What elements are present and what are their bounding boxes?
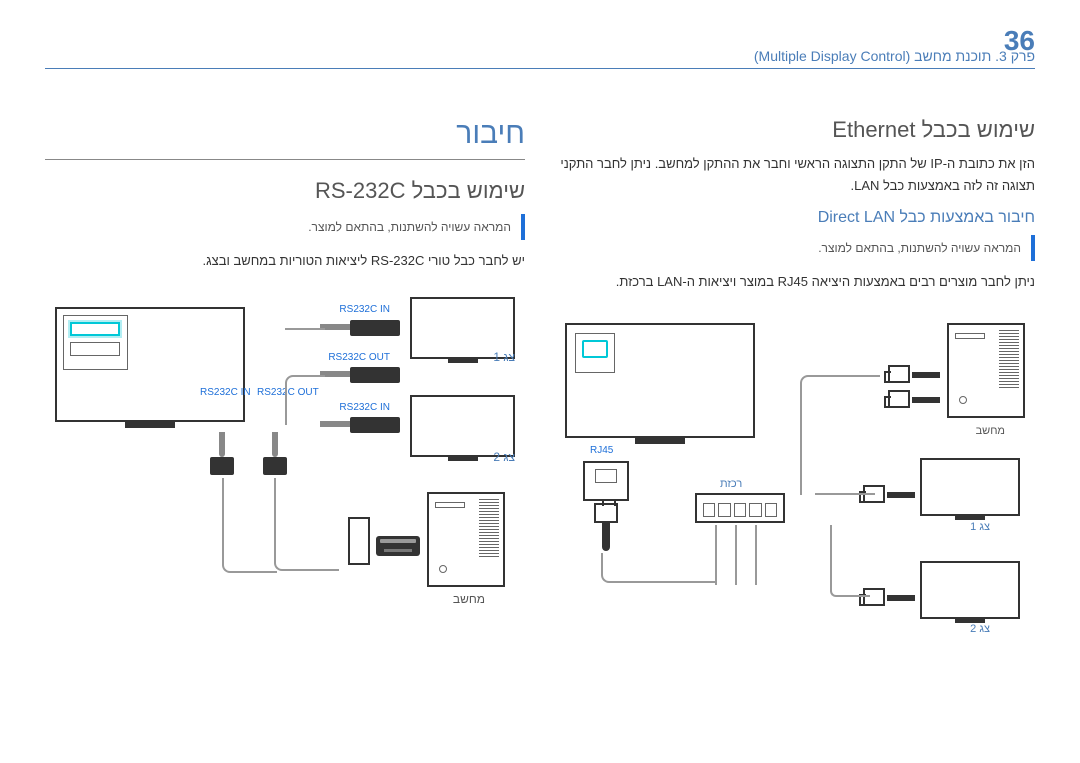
note-text: המראה עשויה להשתנות, בהתאם למוצר.: [555, 241, 1021, 255]
monitor-main-icon: [565, 323, 755, 438]
cable-icon: [222, 478, 277, 573]
cable-icon: [715, 525, 717, 585]
divider: [45, 159, 525, 160]
body-text-eth: הזן את כתובת ה-IP של התקן התצוגה הראשי ו…: [555, 153, 1035, 197]
pc-icon: [427, 492, 505, 587]
serial-connector-icon: [376, 536, 420, 556]
label-computer: מחשב: [453, 592, 485, 606]
heading-connection: חיבור: [45, 117, 525, 151]
pc-icon: [947, 323, 1025, 418]
rj45-plug-side-icon: [888, 388, 940, 412]
col-left: שימוש בכבל Ethernet הזן את כתובת ה-IP של…: [555, 117, 1035, 633]
heading-direct-lan: חיבור באמצעות כבל Direct LAN: [555, 209, 1035, 227]
body-text-eth2: ניתן לחבר מוצרים רבים באמצעות היציאה RJ4…: [555, 271, 1035, 293]
note-box: המראה עשויה להשתנות, בהתאם למוצר.: [45, 214, 525, 240]
audio-plug-side-icon: [350, 367, 400, 383]
rj45-plug-icon: [589, 503, 623, 553]
cable-icon: [815, 493, 875, 495]
body-text-rs232: יש לחבר כבל טורי RS-232C ליציאות הטוריות…: [45, 250, 525, 272]
monitor-main-icon: [55, 307, 245, 422]
note-text: המראה עשויה להשתנות, בהתאם למוצר.: [45, 220, 511, 234]
db9-plug-icon: [348, 517, 370, 565]
port-rs232-out-icon: [70, 342, 120, 356]
audio-plug-icon: [263, 432, 287, 482]
cable-icon: [800, 375, 880, 495]
rj45-port-icon: [575, 333, 625, 383]
cable-icon: [755, 525, 757, 585]
hub-icon: [695, 493, 785, 523]
label-rs232c-in: RS232C IN: [339, 304, 390, 315]
label-hub: רכזת: [720, 478, 742, 490]
label-rs232c-out: RS232C OUT: [328, 352, 390, 363]
port-panel-icon: [63, 315, 128, 370]
audio-plug-side-icon: [350, 320, 400, 336]
breadcrumb: פרק 3. תוכנת מחשב (Multiple Display Cont…: [45, 48, 1035, 69]
label-monitor2: צג 2: [493, 450, 515, 464]
port-rs232-in-icon: [70, 322, 120, 336]
audio-plug-icon: [210, 432, 234, 482]
label-monitor2: צג 2: [970, 623, 990, 635]
rj45-zoom-icon: [583, 461, 629, 501]
cable-icon: [601, 553, 716, 583]
label-computer: מחשב: [976, 425, 1005, 437]
monitor-1-icon: [920, 458, 1020, 516]
rj45-plug-side-icon: [888, 363, 940, 387]
cable-icon: [830, 525, 870, 597]
col-right: חיבור שימוש בכבל RS-232C המראה עשויה להש…: [45, 117, 525, 633]
label-rs232c-in: RS232C IN: [339, 402, 390, 413]
monitor-2-icon: [920, 561, 1020, 619]
label-monitor1: צג 1: [970, 521, 990, 533]
label-monitor1: צג 1: [493, 350, 515, 364]
audio-plug-side-icon: [350, 417, 400, 433]
rj45-plug-side-icon: [863, 586, 915, 610]
diagram-ethernet: RJ45 רכזת מחשב צג 1 צג 2: [555, 303, 1035, 633]
diagram-rs232: RS232C IN RS232C OUT צג 1 צג 2 מחשב RS23…: [45, 282, 525, 612]
label-rs232c-in: RS232C IN: [200, 387, 251, 398]
cable-icon: [274, 478, 276, 508]
cable-icon: [735, 525, 737, 585]
cable-icon: [285, 328, 325, 330]
monitor-2-icon: [410, 395, 515, 457]
heading-rs232c: שימוש בכבל RS-232C: [45, 178, 525, 204]
note-box: המראה עשויה להשתנות, בהתאם למוצר.: [555, 235, 1035, 261]
cable-icon: [274, 506, 339, 571]
label-rj45: RJ45: [590, 445, 613, 456]
heading-ethernet: שימוש בכבל Ethernet: [555, 117, 1035, 143]
cable-icon: [285, 375, 325, 425]
